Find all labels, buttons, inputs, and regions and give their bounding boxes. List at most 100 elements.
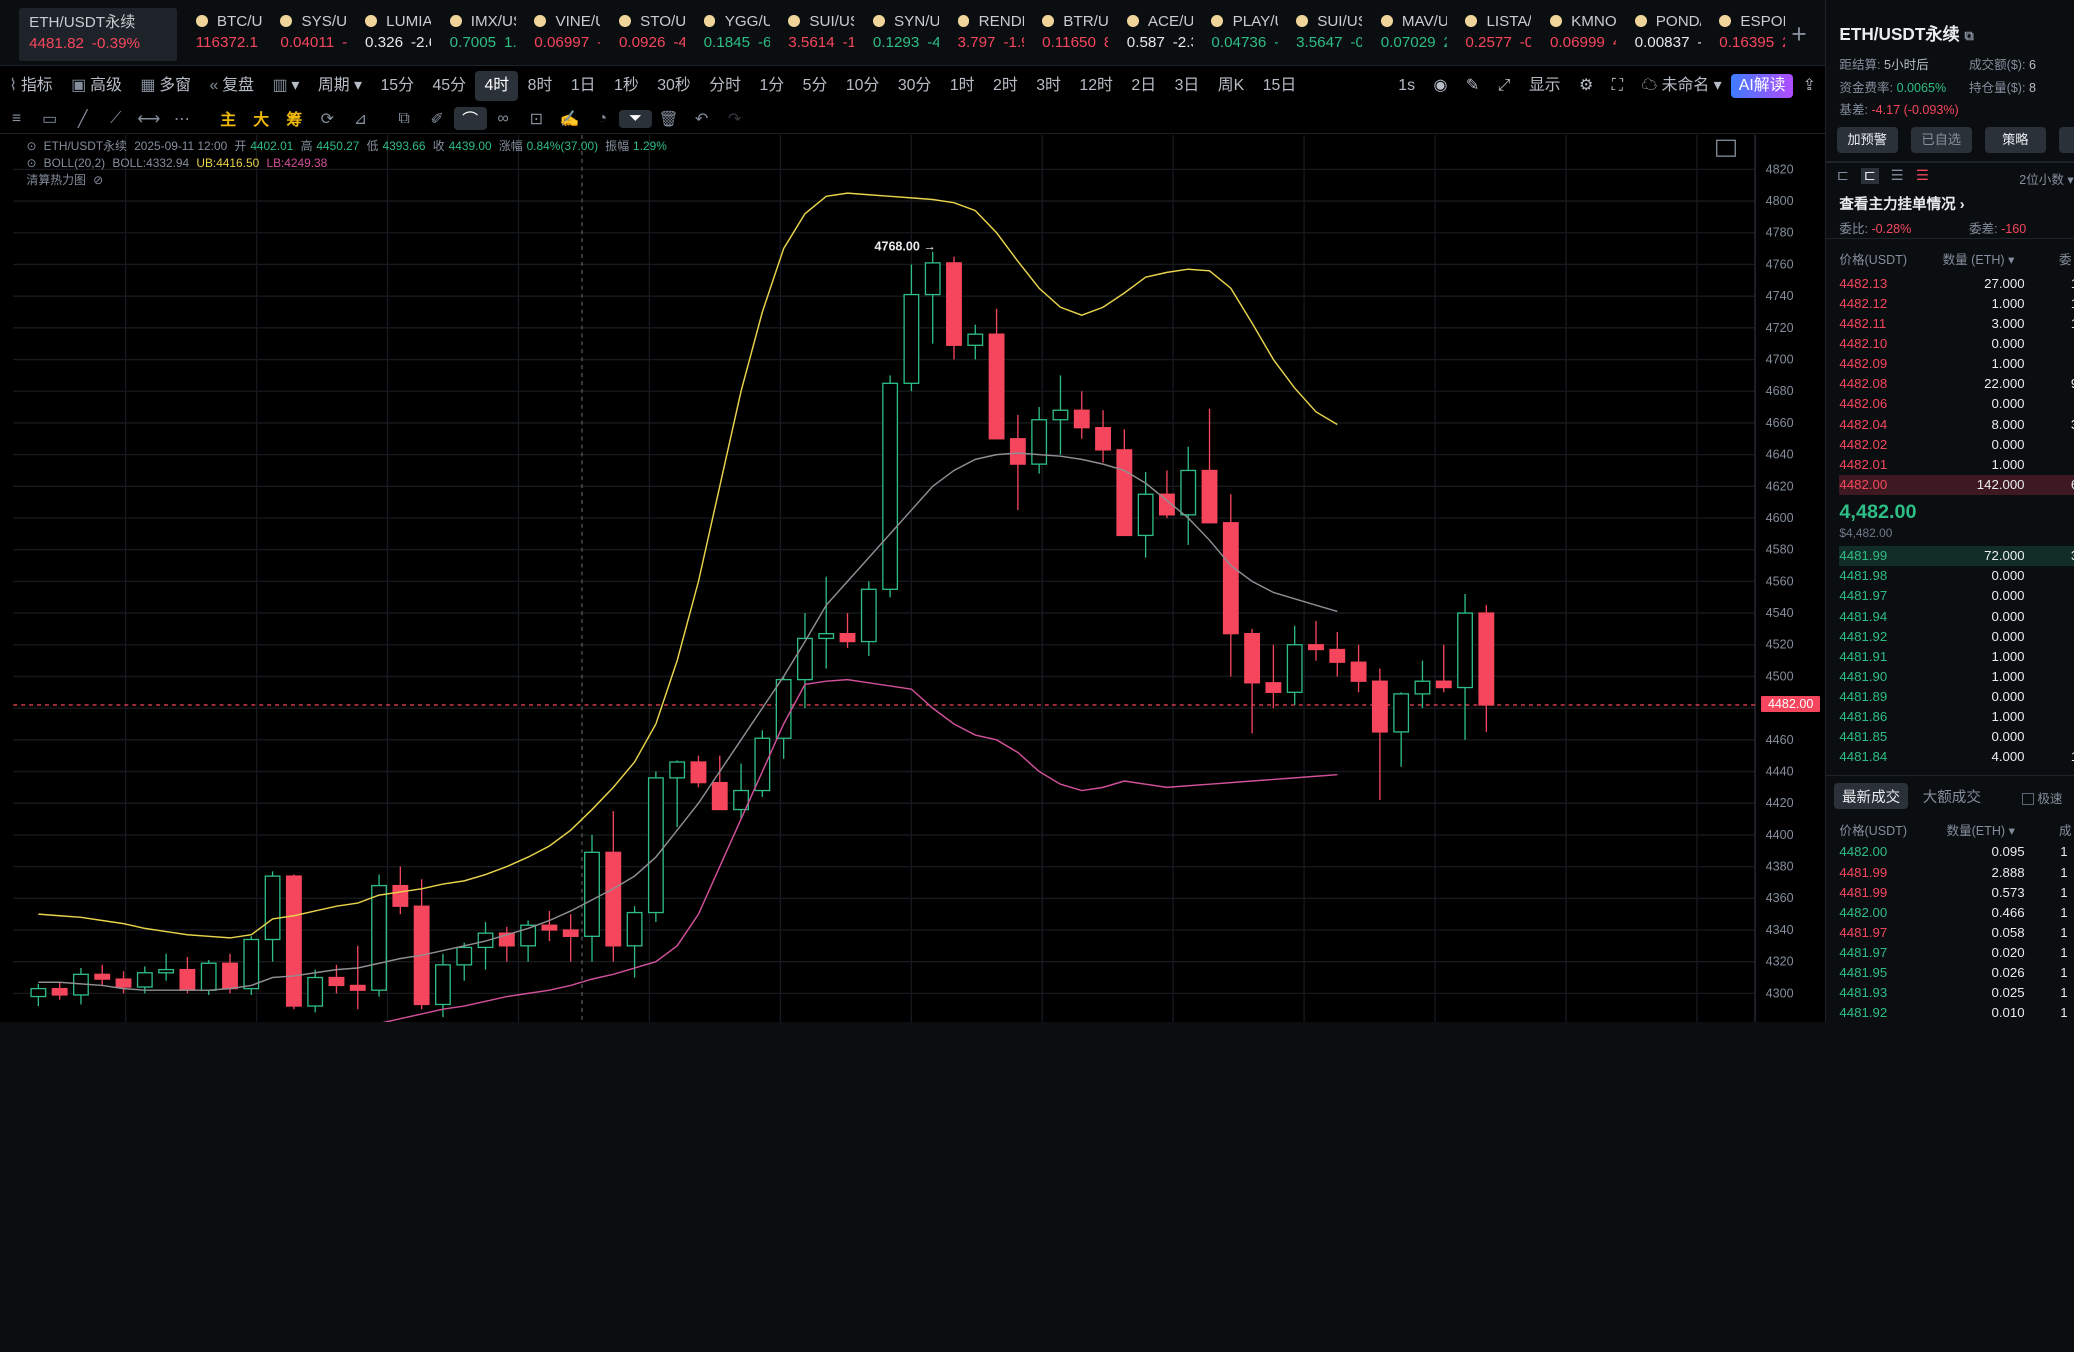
share-icon[interactable]: ⇪ [1793,71,1825,100]
fullscreen-icon[interactable]: ⛶ [1603,71,1633,100]
tab-latest-trades[interactable]: 最新成交 [1834,782,1909,810]
candle-body[interactable] [349,984,366,991]
interval-12[interactable]: 1时 [941,71,984,100]
candle-body[interactable] [328,976,345,986]
candle-body[interactable] [307,976,324,1007]
ticker-2[interactable]: SYS/US0.04011- [262,0,346,61]
buy-view-icon[interactable]: ⊏ [1861,167,1879,184]
tab-large-trades[interactable]: 大额成交 [1923,786,1981,807]
candle-body[interactable] [796,637,813,681]
pen-icon[interactable]: ✎ [1457,71,1489,100]
candle-body[interactable] [456,946,473,966]
trendline-tool-icon[interactable]: ╱ [66,109,99,129]
orderbook-row[interactable]: 4482.08 22.000 9 [1839,374,2073,394]
more-lines-icon[interactable]: ⋯ [165,109,198,129]
ticker-17[interactable]: KMNO/0.069994 [1531,0,1616,61]
indicators-button[interactable]: ⌇ 指标 [0,71,62,100]
candle-body[interactable] [30,987,47,998]
sync-icon[interactable]: ⟳ [311,109,344,129]
orderbook-row[interactable]: 4481.90 1.000 [1839,667,2073,687]
ticker-19[interactable]: ESPORT0.16395 2 [1701,0,1785,61]
ticker-7[interactable]: YGG/US0.1845 -6 [685,0,770,61]
orderbook-row[interactable]: 4481.89 0.000 [1839,687,2073,707]
alert-button[interactable]: 加预警 [1836,126,1898,154]
interval-7[interactable]: 分时 [700,71,750,100]
ticker-8[interactable]: SUI/USI3.5614 -1. [770,0,854,61]
decimals-dropdown[interactable]: 2位小数 ▾ [2019,169,2073,188]
one-second-toggle[interactable]: 1s [1389,71,1424,100]
ticker-9[interactable]: SYN/US0.1293 -4. [854,0,939,61]
orderbook-row[interactable]: 4482.01 1.000 [1839,455,2073,475]
candlestick-chart[interactable]: 4820 4800 4780 4760 4740 4720 4700 4680 4660 4640… [0,134,1825,1023]
ticker-16[interactable]: LISTA/L0.2577 -0. [1447,0,1531,61]
interval-0[interactable]: 15分 [371,71,423,100]
ticker-13[interactable]: PLAY/U0.04736- [1193,0,1277,61]
candle-body[interactable] [435,964,451,1006]
orderbook-row[interactable]: 4481.97 0.000 [1839,586,2073,606]
depth-link[interactable]: 查看主力挂单情况 › [1839,193,1964,214]
interval-11[interactable]: 30分 [889,71,941,100]
candle-body[interactable] [94,973,111,980]
candle-body[interactable] [1222,521,1239,635]
candle-body[interactable] [1329,648,1346,663]
strategy-button[interactable]: 策略 [1984,126,2046,154]
candle-body[interactable] [1116,449,1133,536]
redo-icon[interactable]: ↷ [718,109,751,129]
ticker-6[interactable]: STO/US0.0926 -4 [600,0,685,61]
favorite-button[interactable]: 已自选 [1910,126,1972,154]
both-view-icon[interactable]: ⊏ [1837,168,1849,184]
candle-body[interactable] [158,968,175,974]
ticker-10[interactable]: RENDEI3.797 -1.9 [939,0,1024,61]
candle-body[interactable] [988,333,1005,440]
ask-view-icon[interactable]: ☰ [1916,168,1929,184]
candle-body[interactable] [839,632,856,643]
advanced-button[interactable]: ▣ 高级 [62,71,131,100]
candle-body[interactable] [1095,426,1111,451]
orderbook-row[interactable]: 4481.94 0.000 [1839,607,2073,627]
candle-body[interactable] [1435,680,1452,689]
candle-body[interactable] [1052,409,1069,421]
candle-body[interactable] [1244,632,1261,684]
copy-icon[interactable]: ⧉ [1965,28,1974,43]
candle-body[interactable] [541,924,558,931]
add-ticker-icon[interactable]: + [1791,19,1806,50]
candle-body[interactable] [1009,437,1026,465]
candle-body[interactable] [562,929,579,937]
candle-body[interactable] [924,262,941,296]
interval-18[interactable]: 周K [1209,71,1254,100]
color-icon[interactable]: ◔ [586,110,619,128]
candle-body[interactable] [285,875,302,1007]
chip-button[interactable]: 筹 [278,107,311,130]
orderbook-row[interactable]: 4481.86 1.000 [1839,707,2073,727]
interval-8[interactable]: 1分 [750,71,793,100]
interval-3[interactable]: 8时 [518,71,561,100]
brush-icon[interactable]: ✐ [421,109,454,129]
orderbook-row[interactable]: 4482.12 1.000 1 [1839,294,2073,314]
candle-body[interactable] [1478,612,1495,706]
expand-icon[interactable]: ⤢ [1488,71,1519,100]
ticker-3[interactable]: LUMIA/0.326 -2.6 [347,0,431,61]
candle-body[interactable] [584,851,600,937]
multi-window-button[interactable]: ▦ 多窗 [131,71,200,100]
ticker-14[interactable]: SUI/USI3.5647 -0. [1278,0,1362,61]
candle-body[interactable] [136,971,153,988]
orderbook-row[interactable]: 4481.91 1.000 [1839,647,2073,667]
candle-body[interactable] [690,761,707,784]
orderbook-row[interactable]: 4481.92 0.000 [1839,627,2073,647]
chart-type-button[interactable]: ▥ ▾ [263,71,308,100]
chart-maximize-icon[interactable] [1716,139,1736,157]
measure-icon[interactable]: ⊿ [344,109,377,129]
candle-body[interactable] [371,884,387,991]
ticker-5[interactable]: VINE/U0.06997- [516,0,600,61]
ticker-12[interactable]: ACE/US0.587 -2.3 [1108,0,1193,61]
candle-body[interactable] [264,875,281,941]
candle-body[interactable] [903,293,920,384]
big-order-button[interactable]: 大 [245,107,278,130]
candle-body[interactable] [1308,643,1324,651]
candle-body[interactable] [946,262,962,346]
interval-15[interactable]: 12时 [1070,71,1122,100]
settings-icon[interactable]: ⚙ [1570,71,1603,100]
note-icon[interactable]: ✍ [553,109,586,129]
candle-body[interactable] [243,938,260,990]
ray-tool-icon[interactable]: ⟋ [99,110,132,128]
